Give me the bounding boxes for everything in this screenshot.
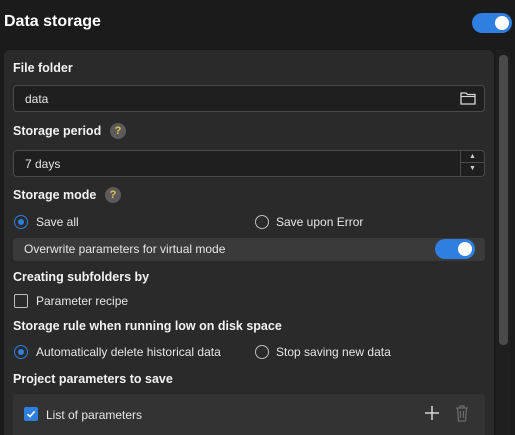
storage-period-label: Storage period: [13, 124, 102, 138]
radio-save-all[interactable]: [14, 215, 28, 229]
storage-mode-label: Storage mode: [13, 188, 97, 202]
list-of-parameters-label[interactable]: List of parameters: [46, 408, 142, 422]
storage-mode-help-icon[interactable]: ?: [105, 187, 121, 203]
storage-period-help-icon[interactable]: ?: [110, 123, 126, 139]
subfolders-label: Creating subfolders by: [13, 270, 150, 284]
delete-icon[interactable]: [455, 404, 469, 422]
parameter-recipe-checkbox[interactable]: [14, 294, 28, 308]
scrollbar-thumb[interactable]: [499, 55, 508, 345]
radio-stop-saving-label[interactable]: Stop saving new data: [276, 345, 391, 359]
storage-period-value: 7 days: [25, 157, 61, 171]
data-storage-toggle[interactable]: [472, 13, 512, 33]
overwrite-virtual-mode-label: Overwrite parameters for virtual mode: [24, 242, 226, 256]
file-folder-label: File folder: [13, 61, 73, 75]
overwrite-virtual-mode-row: Overwrite parameters for virtual mode: [13, 238, 485, 261]
storage-period-stepper[interactable]: 7 days ▲ ▼: [13, 150, 485, 177]
radio-save-upon-error[interactable]: [255, 215, 269, 229]
project-params-label: Project parameters to save: [13, 372, 173, 386]
stepper-buttons: ▲ ▼: [460, 151, 484, 176]
radio-auto-delete[interactable]: [14, 345, 28, 359]
folder-icon[interactable]: [460, 91, 476, 105]
radio-save-upon-error-label[interactable]: Save upon Error: [276, 215, 363, 229]
check-icon: [26, 410, 36, 418]
radio-save-all-label[interactable]: Save all: [36, 215, 79, 229]
disk-rule-label: Storage rule when running low on disk sp…: [13, 319, 282, 333]
stepper-up-icon[interactable]: ▲: [461, 151, 484, 163]
parameter-recipe-label[interactable]: Parameter recipe: [36, 294, 128, 308]
stepper-down-icon[interactable]: ▼: [461, 163, 484, 175]
file-folder-field[interactable]: data: [13, 85, 485, 112]
page-title: Data storage: [4, 13, 101, 30]
toggle-knob: [495, 16, 509, 30]
toggle-knob: [458, 242, 472, 256]
data-storage-header: Data storage: [0, 0, 515, 46]
radio-stop-saving[interactable]: [255, 345, 269, 359]
list-of-parameters-checkbox[interactable]: [24, 407, 38, 421]
radio-auto-delete-label[interactable]: Automatically delete historical data: [36, 345, 221, 359]
file-folder-value: data: [25, 92, 49, 106]
add-icon[interactable]: [424, 405, 440, 421]
overwrite-virtual-mode-toggle[interactable]: [435, 239, 475, 259]
